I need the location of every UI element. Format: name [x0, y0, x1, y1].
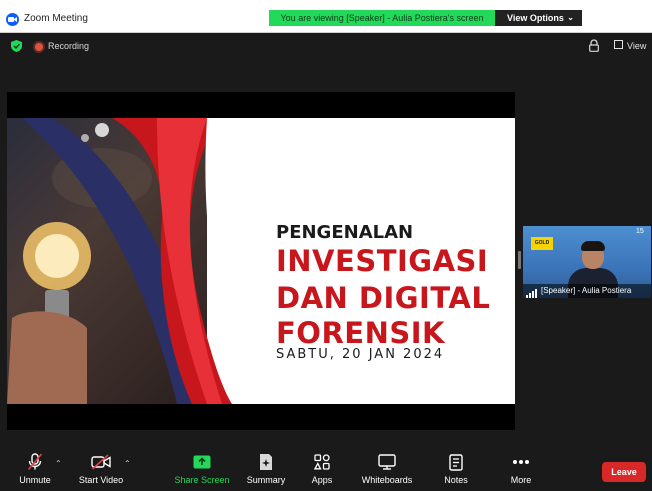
share-screen-label: Share Screen: [174, 475, 230, 485]
view-label: View: [627, 41, 647, 51]
recording-icon: [35, 43, 43, 51]
participant-name-bar: [Speaker] - Aulia Postiera: [523, 284, 651, 298]
microphone-muted-icon: [27, 453, 43, 471]
recording-label[interactable]: Recording: [48, 41, 89, 51]
more-dots-icon: [513, 460, 529, 464]
panel-resize-handle[interactable]: [518, 251, 521, 269]
apps-label: Apps: [311, 475, 333, 485]
summary-label: Summary: [246, 475, 286, 485]
participant-count: 15: [636, 228, 644, 235]
video-options-caret-icon[interactable]: ⌃: [124, 459, 131, 468]
start-video-label: Start Video: [78, 475, 124, 485]
summary-icon: [260, 454, 272, 470]
chevron-down-icon: ⌄: [567, 13, 574, 22]
whiteboard-icon: [378, 454, 396, 470]
apps-icon: [314, 454, 330, 470]
notes-icon: [449, 453, 463, 471]
audio-options-caret-icon[interactable]: ⌃: [55, 459, 62, 468]
signal-strength-icon: [526, 284, 538, 298]
meeting-top-bar: [0, 33, 652, 59]
apps-button[interactable]: Apps: [308, 453, 336, 485]
slide-heading-line-2: DAN DIGITAL: [276, 281, 491, 315]
video-camera-off-icon: [91, 454, 111, 470]
leave-button[interactable]: Leave: [602, 462, 646, 482]
view-options-label: View Options: [507, 13, 564, 23]
event-badge: GOLD: [531, 237, 553, 250]
slide-heading-line-3: FORENSIK: [276, 316, 446, 350]
slide-heading-small: PENGENALAN: [276, 222, 414, 243]
notes-label: Notes: [444, 475, 468, 485]
zoom-logo-icon: [6, 13, 19, 26]
unmute-button[interactable]: Unmute: [14, 453, 56, 485]
screen-share-banner: You are viewing [Speaker] - Aulia Postie…: [269, 10, 495, 26]
speaker-hair: [581, 241, 605, 251]
participant-name: [Speaker] - Aulia Postiera: [541, 286, 632, 295]
share-screen-icon: [193, 455, 211, 469]
view-options-button[interactable]: View Options ⌄: [495, 10, 582, 26]
view-button[interactable]: View: [614, 40, 646, 51]
whiteboards-label: Whiteboards: [361, 475, 413, 485]
share-screen-button[interactable]: Share Screen: [174, 453, 230, 485]
presentation-slide: PENGENALAN INVESTIGASI DAN DIGITAL FOREN…: [7, 118, 515, 404]
lock-icon[interactable]: [589, 39, 599, 52]
start-video-button[interactable]: Start Video: [78, 453, 124, 485]
more-label: More: [510, 475, 532, 485]
window-title: Zoom Meeting: [24, 13, 88, 24]
grid-view-icon: [614, 40, 623, 49]
summary-button[interactable]: Summary: [244, 453, 288, 485]
whiteboards-button[interactable]: Whiteboards: [360, 453, 414, 485]
slide-heading-line-1: INVESTIGASI: [276, 244, 489, 278]
shield-icon[interactable]: [11, 40, 22, 52]
more-button[interactable]: More: [507, 453, 535, 485]
unmute-label: Unmute: [19, 475, 51, 485]
notes-button[interactable]: Notes: [442, 453, 470, 485]
slide-date: SABTU, 20 JAN 2024: [276, 347, 445, 362]
